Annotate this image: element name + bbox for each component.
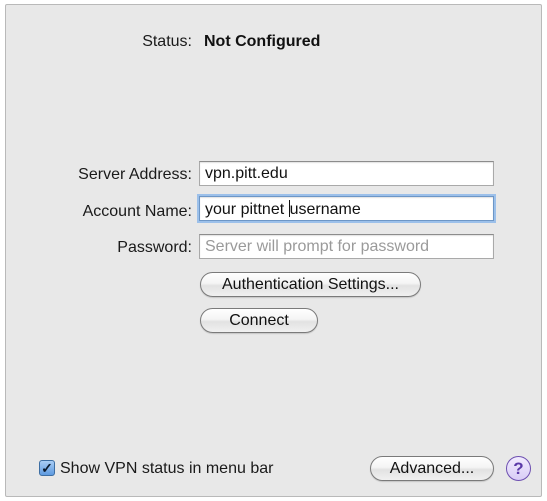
server-address-value: vpn.pitt.edu — [205, 165, 288, 182]
password-placeholder: Server will prompt for password — [205, 238, 430, 255]
status-label: Status: — [142, 33, 192, 50]
advanced-button[interactable]: Advanced... — [370, 456, 494, 481]
advanced-button-label: Advanced... — [389, 459, 475, 477]
show-vpn-status-checkbox[interactable]: ✓ — [39, 460, 55, 476]
vpn-configuration-panel: Status: Not Configured Server Address: v… — [5, 4, 542, 497]
help-button[interactable]: ? — [506, 456, 531, 481]
account-name-value-start: your pittnet — [205, 201, 289, 218]
account-name-value-end: username — [289, 201, 361, 218]
account-name-label: Account Name: — [82, 203, 192, 220]
server-address-field[interactable]: vpn.pitt.edu — [199, 161, 494, 186]
password-label: Password: — [117, 239, 192, 256]
show-vpn-status-label[interactable]: Show VPN status in menu bar — [60, 460, 273, 478]
connect-button[interactable]: Connect — [200, 308, 318, 333]
password-field[interactable]: Server will prompt for password — [199, 234, 494, 259]
server-address-label: Server Address: — [78, 166, 192, 183]
checkmark-icon: ✓ — [41, 460, 53, 476]
connect-button-label: Connect — [229, 311, 289, 329]
account-name-field[interactable]: your pittnet username — [199, 196, 494, 221]
authentication-settings-button-label: Authentication Settings... — [222, 275, 399, 293]
question-mark-icon: ? — [513, 458, 524, 478]
status-value: Not Configured — [204, 33, 321, 50]
authentication-settings-button[interactable]: Authentication Settings... — [200, 272, 421, 297]
